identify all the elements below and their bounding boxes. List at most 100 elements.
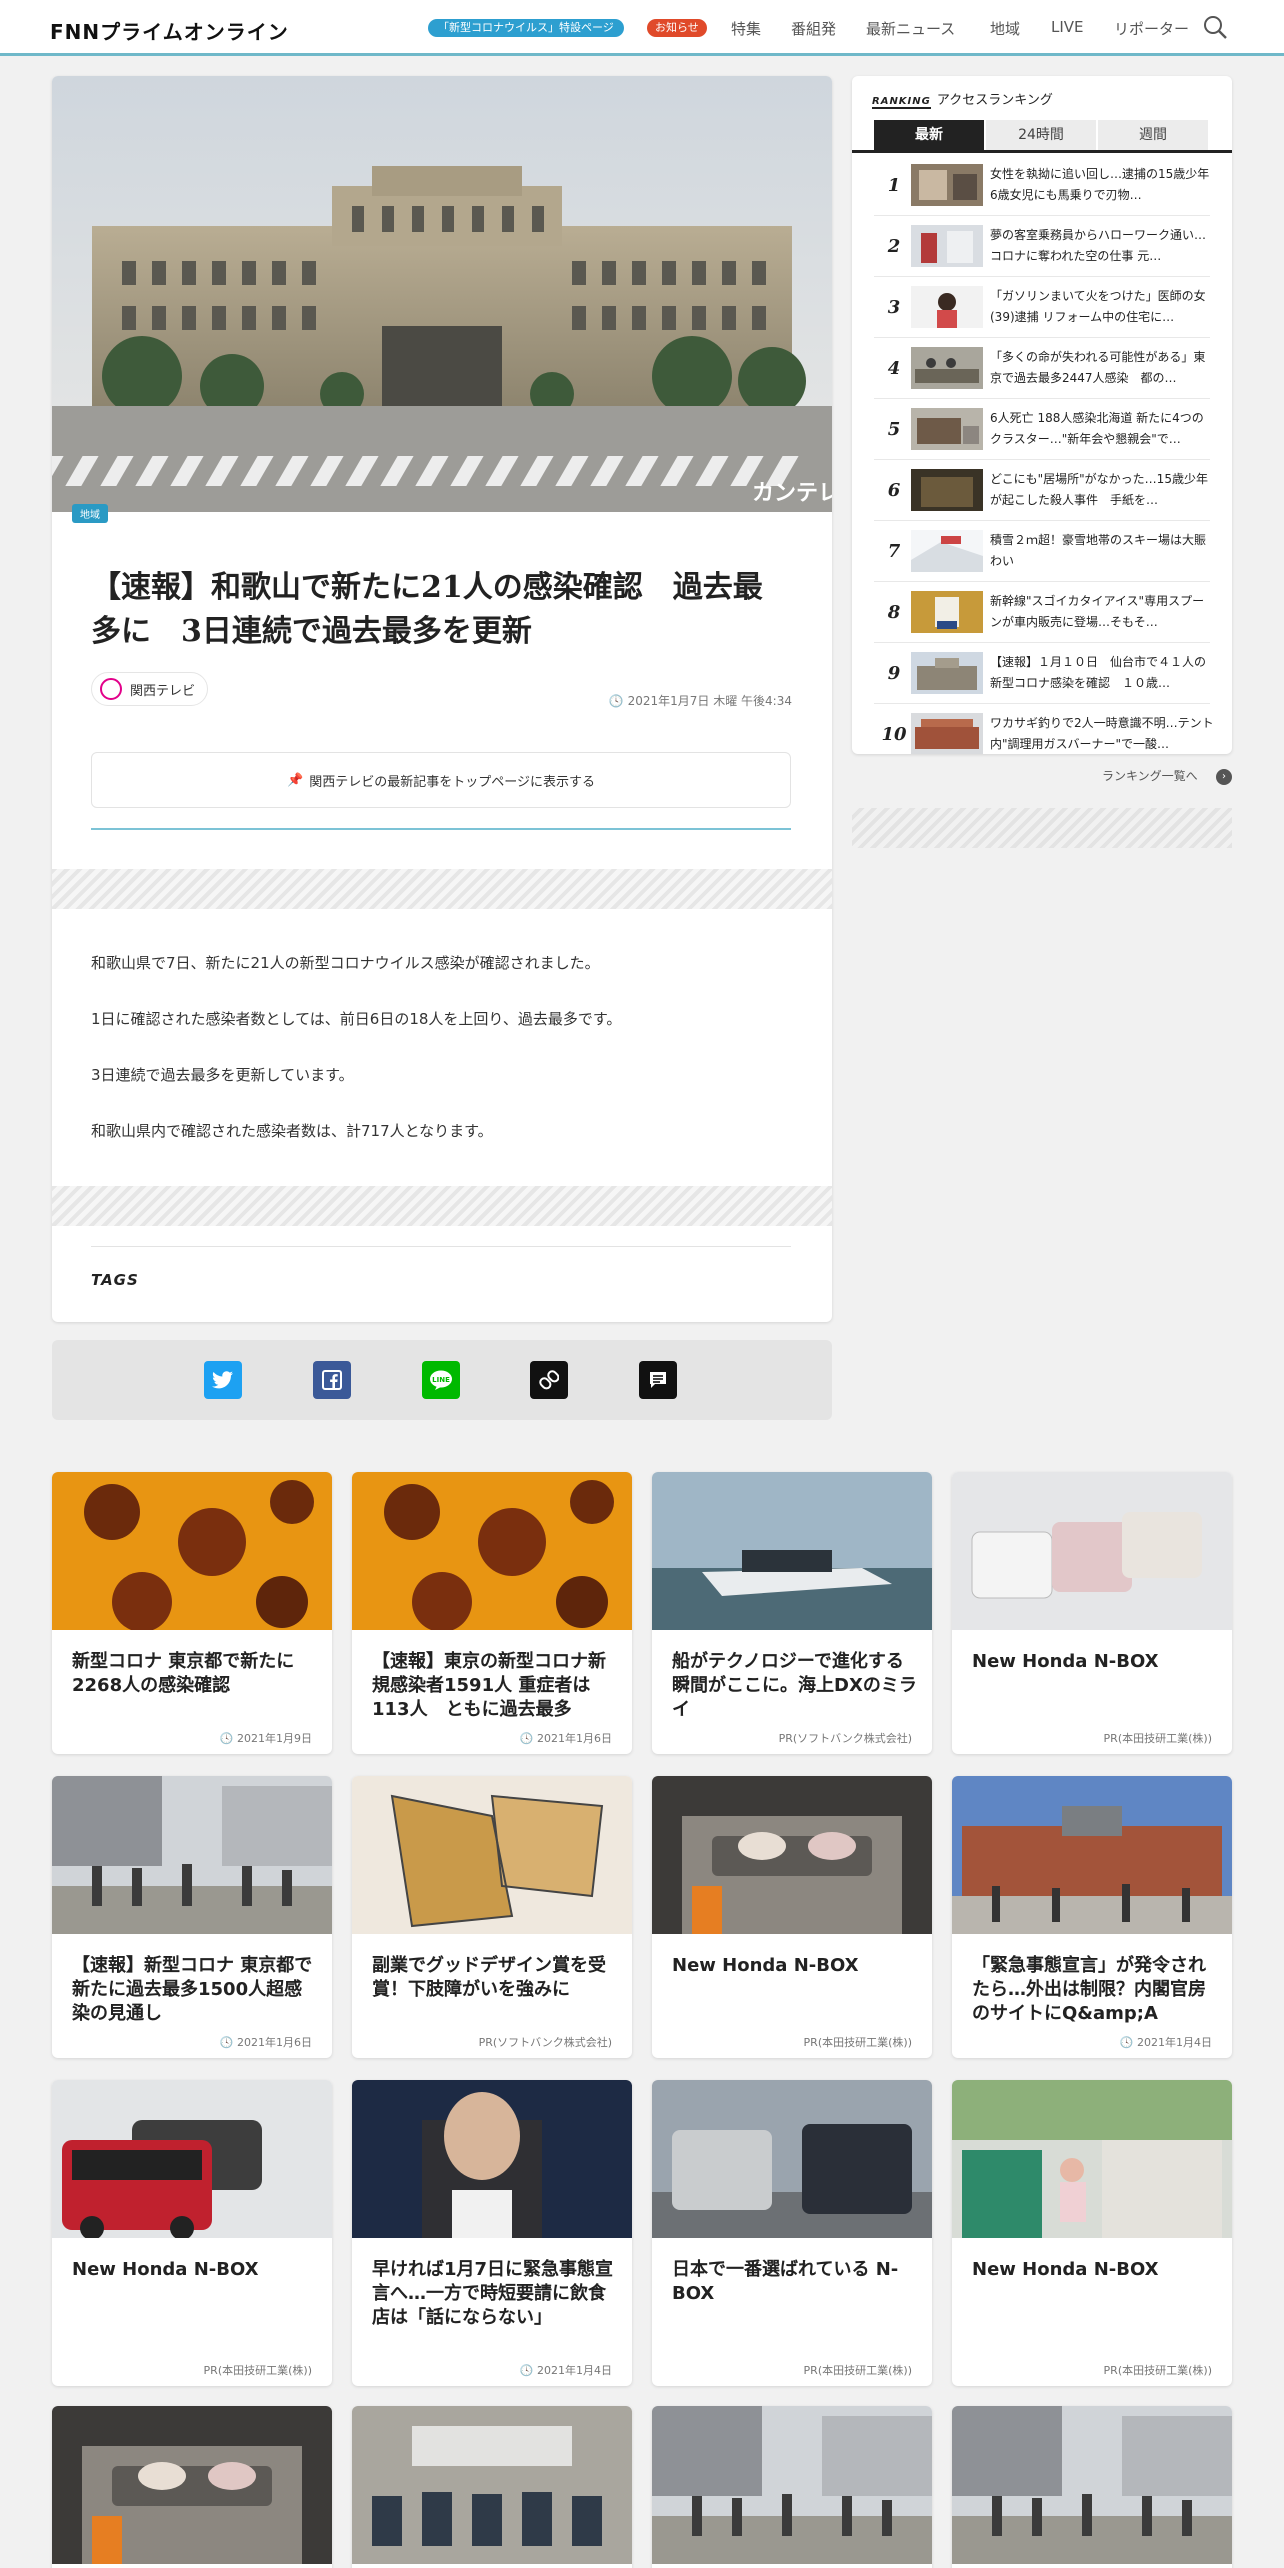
notice-link[interactable]: お知らせ [647, 19, 707, 37]
card-title: 早ければ1月7日に緊急事態宣言へ…一方で時短要請に飲食店は「話にならない」 [372, 2259, 614, 2328]
pr-card[interactable]: New Honda N-BOX PR(本田技研工業(株)) [952, 2080, 1232, 2386]
source-badge[interactable]: 関西テレビ [91, 672, 209, 706]
ranking-item[interactable]: 2 夢の客室乗務員からハローワーク通い…コロナに奪われた空の仕事 元… [852, 216, 1232, 277]
pr-card[interactable] [52, 2406, 332, 2568]
ranking-heading: RANKING アクセスランキング [872, 89, 1053, 109]
pr-card[interactable]: New Honda N-BOX PR(本田技研工業(株)) [652, 1776, 932, 2058]
ranking-title-text: 「ガソリンまいて火をつけた」医師の女(39)逮捕 リフォーム中の住宅に… [990, 289, 1206, 324]
nav-latest-news[interactable]: 最新ニュース [866, 18, 955, 39]
card-image [52, 2406, 332, 2564]
ranking-more-link[interactable]: ランキング一覧へ [1102, 767, 1198, 784]
ranking-item[interactable]: 5 6人死亡 188人感染北海道 新たに4つのクラスター…"新年会や懇親会"で… [852, 399, 1232, 460]
ranking-thumbnail [911, 286, 983, 328]
ranking-title-text: 【速報】１月１０日 仙台市で４１人の新型コロナ感染を確認 １０歳… [990, 655, 1207, 690]
ranking-badge: RANKING [872, 96, 931, 109]
tab-24h[interactable]: 24時間 [986, 120, 1098, 150]
ranking-title-text: 女性を執拗に追い回し…逮捕の15歳少年 6歳女児にも馬乗りで刃物… [990, 167, 1215, 202]
ranking-title-text: どこにも"居場所"がなかった…15歳少年が起こした殺人事件 手紙を… [990, 472, 1208, 507]
card-title: 「緊急事態宣言」が発令されたら…外出は制限？内閣官房のサイトにQ&amp;A [972, 1955, 1206, 2024]
article-paragraph: 3日連続で過去最多を更新しています。 [91, 1066, 354, 1084]
ranking-thumbnail [911, 591, 983, 633]
facebook-icon[interactable] [313, 1361, 351, 1399]
ranking-item[interactable]: 10 ワカサギ釣りで2人一時意識不明…テント内"調理用ガスバーナー"で一酸… [852, 704, 1232, 754]
nav-programs[interactable]: 番組発 [791, 18, 836, 39]
card-image [652, 2406, 932, 2564]
twitter-icon[interactable] [204, 1361, 242, 1399]
site-logo[interactable]: FNNプライムオンライン [50, 16, 289, 45]
kantele-logo-icon [100, 678, 122, 700]
news-card[interactable] [952, 2406, 1232, 2568]
nav-live[interactable]: LIVE [1051, 18, 1084, 36]
ad-placeholder-side [852, 808, 1232, 848]
nav-region[interactable]: 地域 [990, 18, 1020, 39]
card-image [652, 1776, 932, 1934]
article-paragraph: 1日に確認された感染者数としては、前日6日の18人を上回り、過去最多です。 [91, 1010, 622, 1028]
tab-latest[interactable]: 最新 [874, 120, 986, 150]
ranking-title-text: 6人死亡 188人感染北海道 新たに4つのクラスター…"新年会や懇親会"で… [990, 411, 1204, 446]
news-card[interactable]: 「緊急事態宣言」が発令されたら…外出は制限？内閣官房のサイトにQ&amp;A 🕓… [952, 1776, 1232, 2058]
card-meta-text: 2021年1月6日 [237, 2036, 312, 2049]
pin-to-top-button[interactable]: 📌 関西テレビの最新記事をトップページに表示する [91, 752, 791, 808]
pr-card[interactable]: New Honda N-BOX PR(本田技研工業(株)) [952, 1472, 1232, 1754]
ranking-title-text: 夢の客室乗務員からハローワーク通い…コロナに奪われた空の仕事 元… [990, 228, 1207, 263]
card-sponsor: PR(本田技研工業(株)) [203, 2364, 312, 2377]
copy-link-icon[interactable] [530, 1361, 568, 1399]
search-icon[interactable] [1202, 14, 1228, 40]
ranking-item[interactable]: 4 「多くの命が失われる可能性がある」東京で過去最多2447人感染 都の… [852, 338, 1232, 399]
news-card[interactable]: 新型コロナ 東京都で新たに2268人の感染確認 🕓 2021年1月9日 [52, 1472, 332, 1754]
news-card[interactable]: 【速報】東京の新型コロナ新規感染者1591人 重症者は113人 ともに過去最多 … [352, 1472, 632, 1754]
ranking-item[interactable]: 8 新幹線"スゴイカタイアイス"専用スプーンが車内販売に登場…そもそ… [852, 582, 1232, 643]
card-date: 🕓 2021年1月4日 [519, 2364, 612, 2377]
card-title: 船がテクノロジーで進化する瞬間がここに。海上DXのミライ [672, 1651, 917, 1720]
ranking-panel: RANKING アクセスランキング 最新 24時間 週間 1 女性を執拗に追い回し…… [852, 76, 1232, 754]
rank-number: 3 [887, 297, 901, 318]
news-card[interactable]: 早ければ1月7日に緊急事態宣言へ…一方で時短要請に飲食店は「話にならない」 🕓 … [352, 2080, 632, 2386]
article-date: 🕓 2021年1月7日 木曜 午後4:34 [608, 694, 792, 708]
news-card[interactable]: 【速報】新型コロナ 東京都で新たに過去最多1500人超感染の見通し 🕓 2021… [52, 1776, 332, 2058]
source-name: 関西テレビ [130, 683, 196, 699]
corona-special-link[interactable]: 「新型コロナウイルス」特設ページ [428, 19, 624, 37]
card-title: New Honda N-BOX [972, 1651, 1159, 1672]
article-hero-image: カンテレ [52, 76, 832, 512]
ranking-title-text: 新幹線"スゴイカタイアイス"専用スプーンが車内販売に登場…そもそ… [990, 594, 1205, 629]
card-sponsor: PR(本田技研工業(株)) [803, 2036, 912, 2049]
news-card[interactable] [652, 2406, 932, 2568]
rank-number: 7 [887, 541, 901, 562]
tab-weekly[interactable]: 週間 [1098, 120, 1210, 150]
card-image [952, 2406, 1232, 2564]
ranking-item[interactable]: 7 積雪２ｍ超！豪雪地帯のスキー場は大賑わい [852, 521, 1232, 582]
article-paragraph: 和歌山県で7日、新たに21人の新型コロナウイルス感染が確認されました。 [91, 954, 600, 972]
pr-card[interactable]: 日本で一番選ばれている N-BOX PR(本田技研工業(株)) [652, 2080, 932, 2386]
comment-icon[interactable] [639, 1361, 677, 1399]
card-image [352, 2406, 632, 2564]
rank-number: 5 [887, 419, 901, 440]
card-image [952, 1472, 1232, 1630]
chevron-right-icon[interactable]: › [1216, 769, 1232, 785]
news-card[interactable] [352, 2406, 632, 2568]
tags-label: TAGS [91, 1271, 139, 1289]
ranking-title-text: ワカサギ釣りで2人一時意識不明…テント内"調理用ガスバーナー"で一酸… [990, 716, 1214, 751]
nav-reporter[interactable]: リポーター [1114, 18, 1189, 39]
card-meta-text: 2021年1月9日 [237, 1732, 312, 1745]
card-meta-text: 2021年1月4日 [1137, 2036, 1212, 2049]
ranking-title-text: 積雪２ｍ超！豪雪地帯のスキー場は大賑わい [990, 533, 1207, 568]
ranking-title: アクセスランキング [936, 93, 1053, 108]
card-title: 新型コロナ 東京都で新たに2268人の感染確認 [72, 1651, 295, 1696]
ranking-item[interactable]: 9 【速報】１月１０日 仙台市で４１人の新型コロナ感染を確認 １０歳… [852, 643, 1232, 704]
card-date: 🕓 2021年1月6日 [219, 2036, 312, 2049]
ranking-thumbnail [911, 164, 983, 206]
pr-card[interactable]: 副業でグッドデザイン賞を受賞！下肢障がいを強みに PR(ソフトバンク株式会社) [352, 1776, 632, 2058]
rank-number: 4 [887, 358, 901, 379]
svg-text:LINE: LINE [432, 1376, 450, 1384]
pin-icon: 📌 [287, 772, 304, 788]
share-bar: LINE [52, 1340, 832, 1420]
ranking-item[interactable]: 3 「ガソリンまいて火をつけた」医師の女(39)逮捕 リフォーム中の住宅に… [852, 277, 1232, 338]
article-date-text: 2021年1月7日 木曜 午後4:34 [627, 694, 792, 708]
ranking-item[interactable]: 1 女性を執拗に追い回し…逮捕の15歳少年 6歳女児にも馬乗りで刃物… [852, 155, 1232, 216]
nav-feature[interactable]: 特集 [731, 18, 761, 39]
pr-card[interactable]: 船がテクノロジーで進化する瞬間がここに。海上DXのミライ PR(ソフトバンク株式… [652, 1472, 932, 1754]
ranking-item[interactable]: 6 どこにも"居場所"がなかった…15歳少年が起こした殺人事件 手紙を… [852, 460, 1232, 521]
line-icon[interactable]: LINE [422, 1361, 460, 1399]
pr-card[interactable]: New Honda N-BOX PR(本田技研工業(株)) [52, 2080, 332, 2386]
region-badge[interactable]: 地域 [72, 504, 108, 523]
